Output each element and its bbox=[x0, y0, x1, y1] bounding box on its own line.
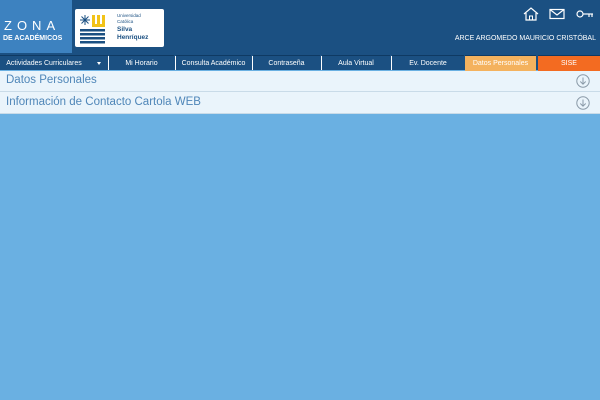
logo-text-silva: Silva bbox=[117, 26, 133, 33]
nav-label: SISE bbox=[561, 60, 577, 67]
nav-label: Datos Personales bbox=[472, 60, 529, 67]
nav-label: Ev. Docente bbox=[409, 60, 447, 67]
nav-label: Consulta Académico bbox=[181, 60, 246, 67]
logo-text-henriquez: Henríquez bbox=[117, 34, 149, 41]
nav-actividades-curriculares[interactable]: Actividades Curriculares bbox=[0, 55, 108, 71]
section-title: Información de Contacto Cartola WEB bbox=[6, 96, 201, 108]
nav-datos-personales[interactable]: Datos Personales bbox=[465, 55, 536, 71]
nav-sise[interactable]: SISE bbox=[538, 55, 600, 71]
content-area bbox=[0, 114, 600, 400]
nav-ev-docente[interactable]: Ev. Docente bbox=[392, 55, 464, 71]
nav-aula-virtual[interactable]: Aula Virtual bbox=[322, 55, 390, 71]
section-datos-personales[interactable]: Datos Personales bbox=[0, 71, 600, 92]
nav-label: Aula Virtual bbox=[338, 60, 374, 67]
key-icon[interactable] bbox=[576, 7, 594, 21]
expand-down-icon[interactable] bbox=[576, 74, 590, 88]
nav-label: Contraseña bbox=[268, 60, 305, 67]
section-informacion-contacto[interactable]: Información de Contacto Cartola WEB bbox=[0, 92, 600, 114]
university-logo-icon bbox=[80, 15, 105, 44]
nav-contrasena[interactable]: Contraseña bbox=[253, 55, 320, 71]
header: ZONA DE ACADÉMICOS Universidad Católica bbox=[0, 0, 600, 53]
section-title: Datos Personales bbox=[6, 74, 97, 86]
logo-text-catolica: Católica bbox=[117, 19, 134, 24]
logo-text-universidad: Universidad bbox=[117, 13, 141, 18]
user-name: ARCE ARGOMEDO MAURICIO CRISTÓBAL bbox=[454, 35, 596, 42]
main-nav: Actividades Curriculares Mi Horario Cons… bbox=[0, 53, 600, 71]
nav-label: Mi Horario bbox=[125, 60, 158, 67]
nav-consulta-academico[interactable]: Consulta Académico bbox=[176, 55, 251, 71]
nav-mi-horario[interactable]: Mi Horario bbox=[109, 55, 174, 71]
university-logo[interactable]: Universidad Católica Silva Henríquez bbox=[75, 9, 164, 47]
chevron-down-icon bbox=[97, 62, 101, 65]
zona-subtitle: DE ACADÉMICOS bbox=[3, 35, 63, 42]
zona-title: ZONA bbox=[4, 18, 61, 33]
zona-academicos-block: ZONA DE ACADÉMICOS bbox=[0, 0, 72, 53]
home-icon[interactable] bbox=[523, 7, 539, 21]
mail-icon[interactable] bbox=[549, 7, 565, 21]
nav-label: Actividades Curriculares bbox=[6, 60, 82, 67]
expand-down-icon[interactable] bbox=[576, 96, 590, 110]
